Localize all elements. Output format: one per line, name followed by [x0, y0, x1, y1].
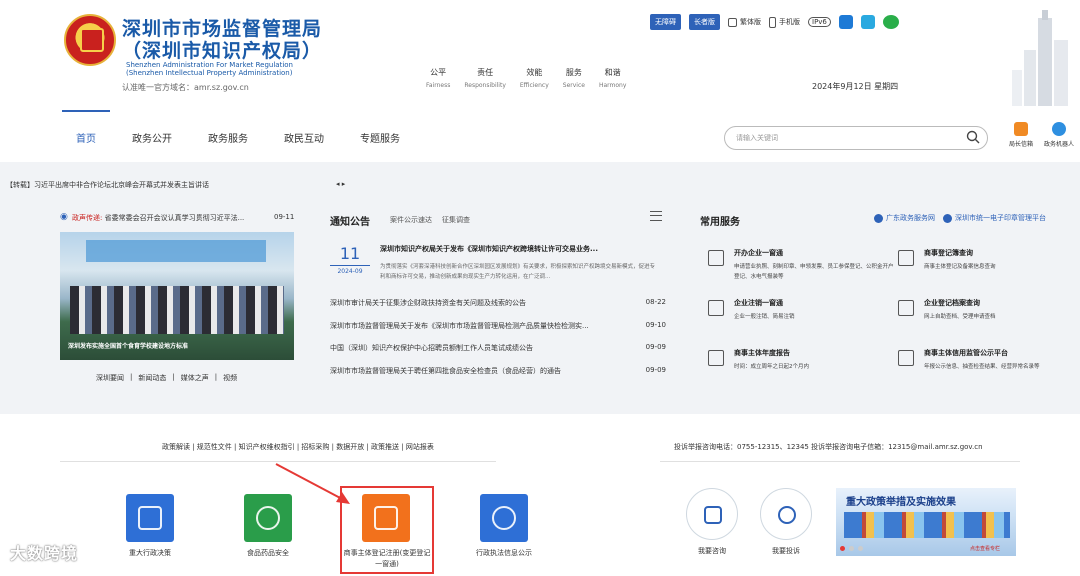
mailbox-icon: [1014, 122, 1028, 136]
value-item: 和谐 Harmony: [598, 68, 627, 89]
mobile-icon: [769, 16, 776, 28]
red-arrow-annotation: [275, 463, 350, 504]
link-media-voice[interactable]: 媒体之声: [181, 373, 209, 383]
feature-notice-summary: 为贯彻落实《河套深港科技创新合作区深圳园区发展规划》有关要求，积极探索知识产权跨…: [380, 264, 656, 280]
speaker-icon: ◉: [60, 212, 68, 222]
notice-list: 深圳市审计局关于征集涉企财政扶持资金有关问题及线索的公告 08-22 深圳市市场监…: [330, 298, 666, 388]
services-external-links: 广东政务服务网 深圳市统一电子印章管理平台: [874, 213, 1046, 223]
carousel-dots[interactable]: [840, 546, 863, 551]
news-sublinks: 深圳要闻 | 新闻动态 | 媒体之声 | 视频: [96, 373, 238, 383]
tile-enforcement-info[interactable]: [480, 494, 528, 542]
tile-label: 重大行政决策: [129, 549, 171, 557]
robot-icon: [1052, 122, 1066, 136]
top-utility-bar: 无障碍 长者版 繁体版 手机版 IPv6: [650, 14, 899, 30]
photo-caption[interactable]: 深圳发布实施全国首个食育学校建设地方标准: [68, 341, 188, 350]
wechat-icon[interactable]: [882, 15, 899, 29]
national-emblem-logo[interactable]: [64, 14, 116, 66]
elder-mode-button[interactable]: 长者版: [689, 14, 720, 30]
nav-active-underline: [62, 110, 110, 112]
tile-label: 行政执法信息公示: [476, 549, 532, 557]
watermark: 大数跨境: [10, 544, 79, 563]
org-name-line2: （深圳市知识产权局）: [122, 40, 323, 62]
notice-section-title[interactable]: 通知公告: [330, 213, 370, 228]
link-sz-news[interactable]: 深圳要闻: [96, 373, 124, 383]
chat-icon: [704, 506, 722, 524]
complaint-icon: [778, 506, 796, 524]
search-icon[interactable]: [966, 130, 980, 144]
complaint-hotline: 投诉举报咨询电话：0755-12315、12345 投诉举报咨询电子信箱：123…: [674, 443, 983, 451]
voice-headline[interactable]: 政声传递: 省委常委会召开会议认真学习贯彻习近平法...: [72, 213, 244, 223]
form-icon: [708, 250, 724, 266]
mobile-version-link[interactable]: 手机版: [769, 16, 800, 28]
feature-date: 11 2024-09: [330, 244, 370, 276]
org-name-en-line2: (Shenzhen Intellectual Property Administ…: [126, 69, 293, 77]
org-name-line1: 深圳市市场监督管理局: [122, 18, 323, 40]
divider: [660, 461, 1020, 462]
search-placeholder: 请输入关键词: [736, 134, 778, 142]
consult-button[interactable]: [686, 488, 738, 540]
tab-survey[interactable]: 征集调查: [442, 215, 470, 225]
news-ticker[interactable]: 【转载】习近平出席中非合作论坛北京峰会开幕式并发表主旨讲话: [6, 180, 209, 190]
traditional-chinese-link[interactable]: 繁体版: [728, 17, 761, 27]
document-search-icon: [898, 250, 914, 266]
org-name-en-line1: Shenzhen Administration For Market Regul…: [126, 61, 293, 69]
value-item: 服务 Service: [562, 68, 585, 89]
link-video[interactable]: 视频: [223, 373, 237, 383]
tile-label: 食品药品安全: [247, 549, 289, 557]
archive-icon: [898, 300, 914, 316]
tile-major-decisions[interactable]: [126, 494, 174, 542]
list-item[interactable]: 深圳市市场监督管理局关于发布《深圳市市场监督管理局检测产品质量快检检测实... 0…: [330, 321, 666, 344]
list-item[interactable]: 中国（深圳）知识产权保护中心招聘员额制工作人员笔试成绩公告 09-09: [330, 343, 666, 366]
policy-banner-title: 重大政策举措及实施效果: [846, 497, 956, 508]
gd-gov-service-link[interactable]: 广东政务服务网: [874, 213, 935, 223]
list-item[interactable]: 深圳市审计局关于征集涉企财政扶持资金有关问题及线索的公告 08-22: [330, 298, 666, 321]
core-values: 公平 Fairness 责任 Responsibility 效能 Efficiency…: [426, 67, 626, 89]
nav-home[interactable]: 首页: [76, 130, 96, 145]
gov-robot-link[interactable]: 政务机器人: [1040, 122, 1078, 148]
e-seal-platform-link[interactable]: 深圳市统一电子印章管理平台: [943, 213, 1046, 223]
current-date: 2024年9月12日 星期四: [812, 82, 899, 91]
org-name-en: Shenzhen Administration For Market Regul…: [126, 61, 293, 77]
org-name[interactable]: 深圳市市场监督管理局 （深圳市知识产权局）: [122, 18, 322, 62]
report-icon: [708, 350, 724, 366]
official-domain: 认准唯一官方域名：amr.sz.gov.cn: [122, 83, 249, 92]
voice-date: 09-11: [274, 213, 295, 221]
ipv6-badge: IPv6: [808, 17, 831, 27]
value-item: 责任 Responsibility: [464, 68, 506, 89]
value-item: 公平 Fairness: [426, 68, 451, 89]
nav-gov-affairs[interactable]: 政务公开: [132, 130, 172, 145]
value-item: 效能 Efficiency: [519, 68, 549, 89]
feature-notice-title[interactable]: 深圳市知识产权局关于发布《深圳市知识产权跨境转让许可交易业务...: [380, 244, 598, 254]
building-icon: [708, 300, 724, 316]
complaint-button[interactable]: [760, 488, 812, 540]
consult-label: 我要咨询: [698, 547, 726, 555]
city-skyline-decoration: [1012, 10, 1068, 106]
e-seal-icon: [943, 213, 952, 223]
notice-tabs: 案件公示速达 征集调查: [390, 215, 470, 225]
traditional-icon: [728, 17, 737, 27]
nav-special-services[interactable]: 专题服务: [360, 130, 400, 145]
ticker-controls[interactable]: ◂ ▸: [336, 180, 345, 188]
policy-banner[interactable]: 重大政策举措及实施效果 点击查看专栏: [836, 488, 1016, 556]
accessible-mode-button[interactable]: 无障碍: [650, 14, 681, 30]
policy-banner-sub: 点击查看专栏: [969, 546, 1000, 552]
nav-gov-services[interactable]: 政务服务: [208, 130, 248, 145]
app-icon[interactable]: [838, 15, 853, 29]
footer-links[interactable]: 政策解读 | 规范性文件 | 知识产权维权指引 | 招标采购 | 数据开放 | …: [162, 442, 434, 452]
link-news-dynamics[interactable]: 新闻动态: [138, 373, 166, 383]
gd-service-icon: [874, 213, 883, 223]
more-menu-icon[interactable]: [650, 211, 662, 221]
service-icon[interactable]: [860, 15, 875, 29]
director-mailbox-link[interactable]: 局长信箱: [1004, 122, 1038, 148]
complaint-label: 我要投诉: [772, 547, 800, 555]
list-item[interactable]: 深圳市市场监督管理局关于聘任第四批食品安全检查员（食品经营）的通告 09-09: [330, 366, 666, 389]
credit-icon: [898, 350, 914, 366]
nav-interaction[interactable]: 政民互动: [284, 130, 324, 145]
tab-case-publicity[interactable]: 案件公示速达: [390, 215, 432, 225]
services-section-title: 常用服务: [700, 217, 740, 228]
